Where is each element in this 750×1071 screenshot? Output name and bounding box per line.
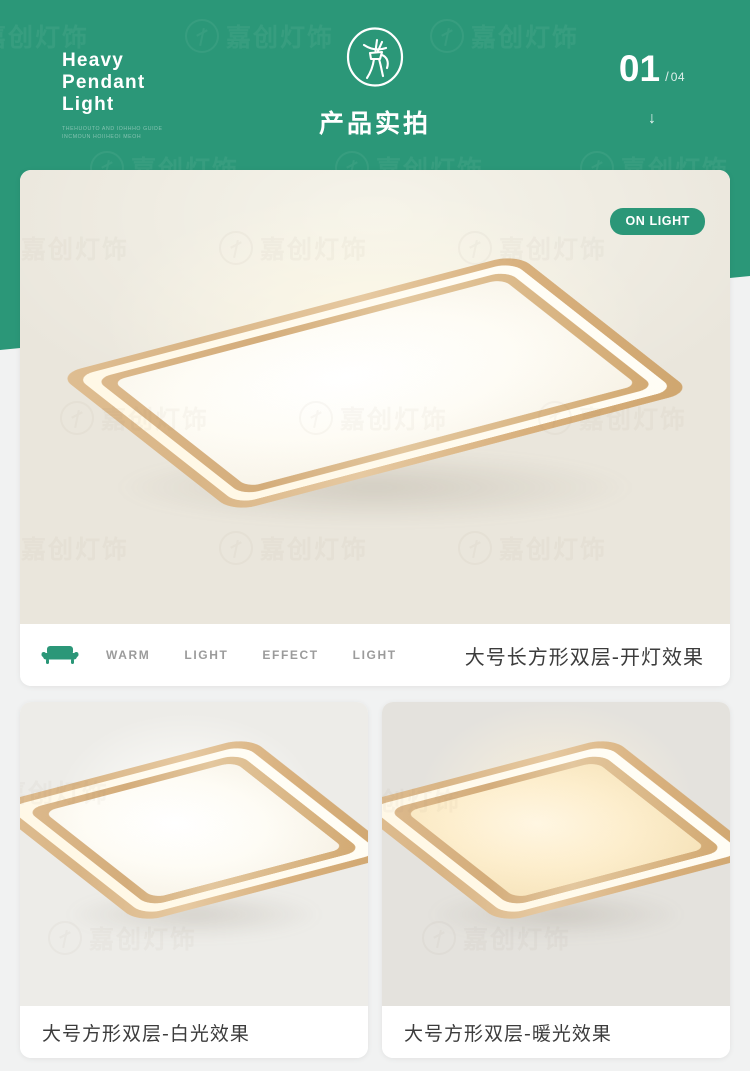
page-separator: / [665,69,669,84]
page-indicator: 01 / 04 ↓ [612,50,692,127]
on-light-badge: ON LIGHT [610,208,705,235]
gallery-caption-text: 大号方形双层-白光效果 [42,1022,250,1045]
gallery-photo-warm: 嘉创灯饰 嘉创灯饰 [382,702,730,1006]
keyword-list: WARM LIGHT EFFECT LIGHT [106,648,397,662]
lamp-stage [20,702,368,1006]
keyword-2: LIGHT [184,648,229,662]
gallery-caption-bar-warm: 大号方形双层-暖光效果 [382,1006,730,1058]
rectangular-ceiling-lamp [58,208,692,558]
page-current: 01 [618,48,661,89]
keyword-1: WARM [106,648,151,662]
main-product-photo: 嘉创灯饰 嘉创灯饰 嘉创灯饰 嘉创灯饰 嘉创灯饰 嘉创灯饰 嘉创灯饰 嘉创灯饰 … [20,170,730,624]
circle-deer-logo-icon [344,26,406,88]
main-caption-text: 大号长方形双层-开灯效果 [464,644,704,669]
gallery-caption-text: 大号方形双层-暖光效果 [404,1022,612,1045]
gallery-card-warm-light[interactable]: 嘉创灯饰 嘉创灯饰 大号方形双层-暖光效果 [382,702,730,1058]
gallery-photo-white: 嘉创灯饰 嘉创灯饰 [20,702,368,1006]
lamp-stage [382,702,730,1006]
main-caption-bar: WARM LIGHT EFFECT LIGHT 大号长方形双层-开灯效果 [20,624,730,686]
gallery-card-white-light[interactable]: 嘉创灯饰 嘉创灯饰 大号方形双层-白光效果 [20,702,368,1058]
square-ceiling-lamp [20,702,368,980]
keyword-3: EFFECT [262,648,319,662]
page-total: 04 [670,70,686,84]
main-product-card[interactable]: 嘉创灯饰 嘉创灯饰 嘉创灯饰 嘉创灯饰 嘉创灯饰 嘉创灯饰 嘉创灯饰 嘉创灯饰 … [20,170,730,686]
scroll-down-arrow-icon: ↓ [648,110,656,127]
sofa-icon [40,642,84,668]
lamp-stage [20,170,730,624]
gallery-caption-bar-white: 大号方形双层-白光效果 [20,1006,368,1058]
square-ceiling-lamp [382,702,730,980]
keyword-4: LIGHT [352,648,397,662]
